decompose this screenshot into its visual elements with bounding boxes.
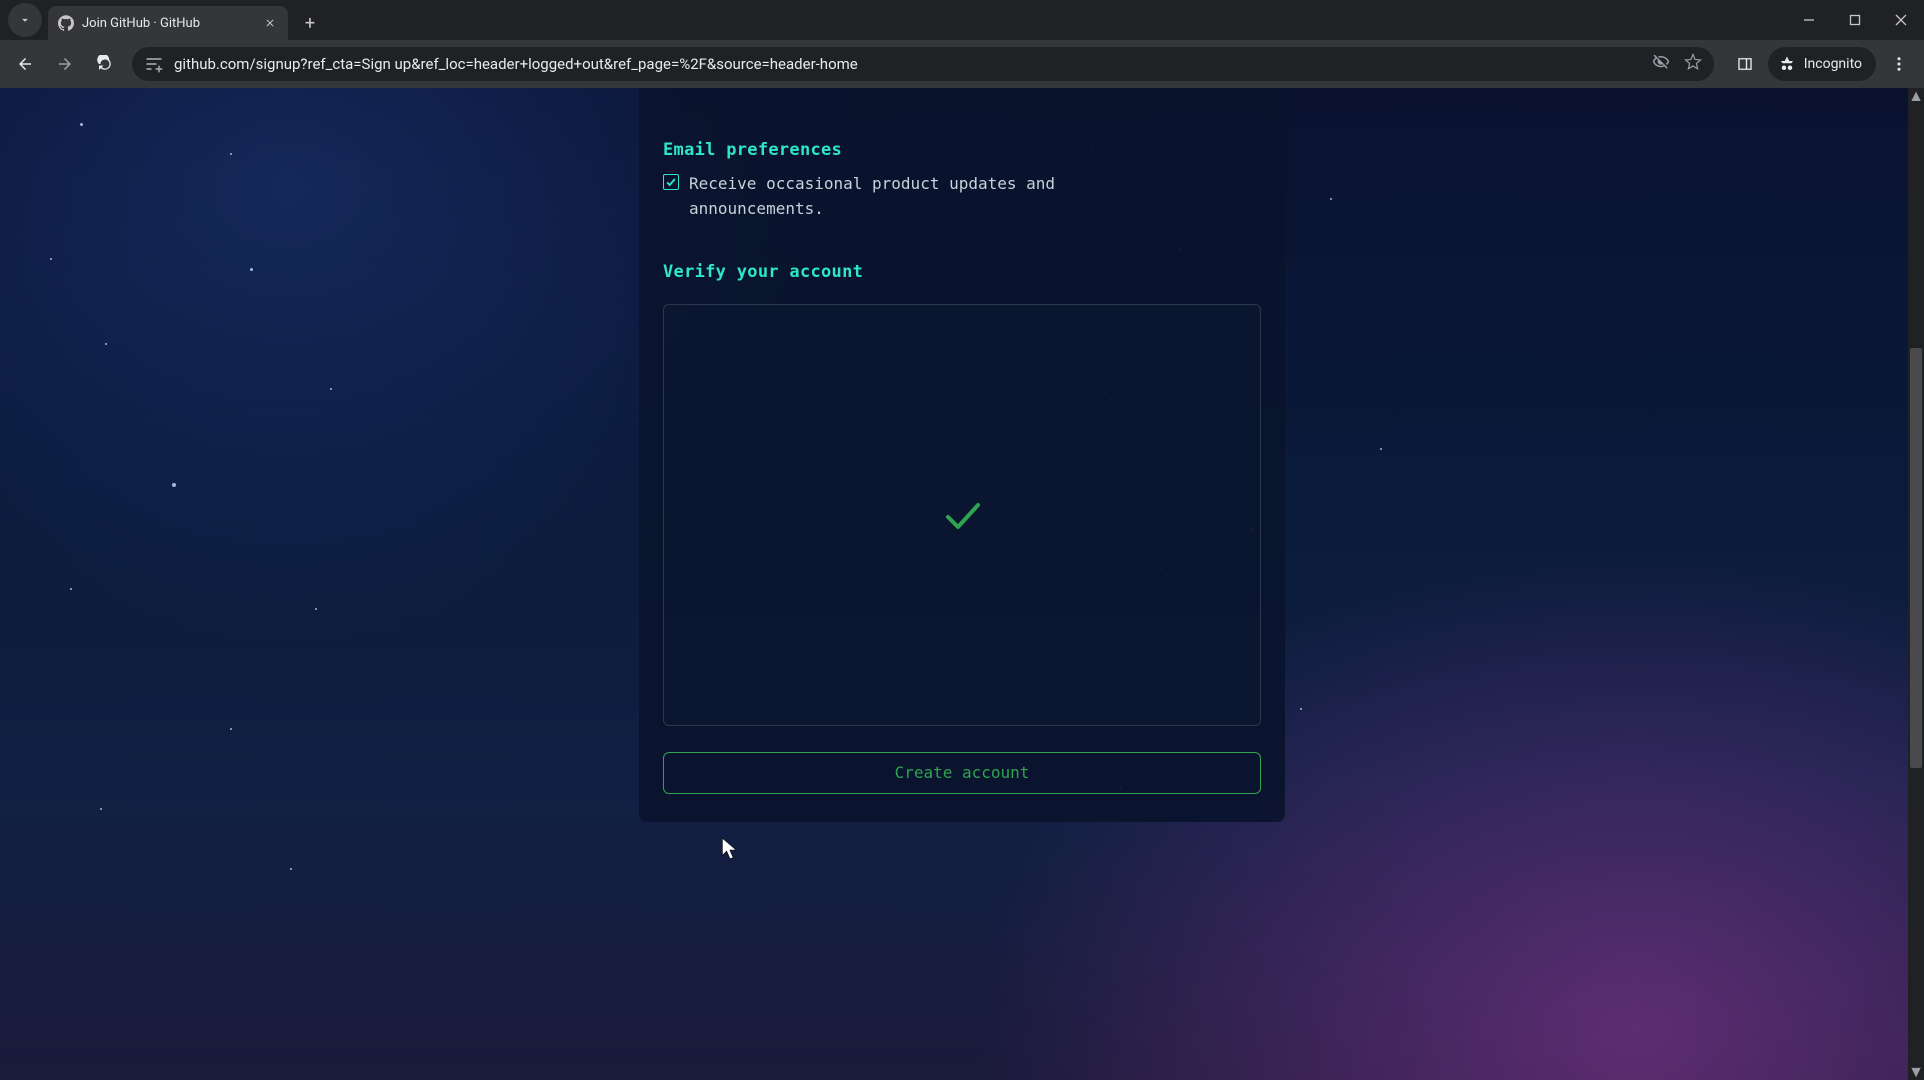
new-tab-button[interactable]: +: [296, 9, 324, 37]
browser-menu-button[interactable]: [1882, 47, 1916, 81]
eye-off-icon: [1652, 53, 1670, 71]
star-decoration: [315, 608, 317, 610]
tracking-blocked-button[interactable]: [1652, 53, 1670, 75]
star-decoration: [70, 588, 72, 590]
window-minimize-button[interactable]: [1786, 0, 1832, 40]
kebab-icon: [1890, 55, 1908, 73]
chevron-down-icon: [18, 13, 32, 27]
window-maximize-button[interactable]: [1832, 0, 1878, 40]
page-viewport: ✓ ShcchaJN3 Email preferences Receive oc…: [0, 88, 1924, 1080]
star-decoration: [250, 268, 253, 271]
star-icon: [1684, 53, 1702, 71]
scroll-down-button[interactable]: ▼: [1908, 1064, 1924, 1080]
star-decoration: [1330, 198, 1332, 200]
site-info-button[interactable]: [144, 54, 164, 74]
side-panel-button[interactable]: [1728, 47, 1762, 81]
close-icon: [264, 17, 276, 29]
close-icon: [1895, 14, 1907, 26]
arrow-right-icon: [56, 55, 74, 73]
star-decoration: [330, 388, 332, 390]
success-check-icon: [938, 491, 986, 539]
email-preferences-row: Receive occasional product updates and a…: [663, 172, 1261, 222]
email-preferences-text: Receive occasional product updates and a…: [689, 172, 1109, 222]
email-preferences-heading: Email preferences: [663, 140, 1261, 160]
tab-search-button[interactable]: [8, 3, 42, 37]
mouse-cursor-icon: [720, 836, 742, 866]
minimize-icon: [1803, 14, 1815, 26]
browser-toolbar: github.com/signup?ref_cta=Sign up&ref_lo…: [0, 40, 1924, 88]
star-decoration: [1380, 448, 1382, 450]
address-bar[interactable]: github.com/signup?ref_cta=Sign up&ref_lo…: [132, 47, 1714, 81]
star-decoration: [50, 258, 52, 260]
browser-tab[interactable]: Join GitHub · GitHub: [48, 6, 288, 40]
star-decoration: [80, 123, 83, 126]
nav-reload-button[interactable]: [88, 47, 122, 81]
tab-title: Join GitHub · GitHub: [82, 16, 254, 31]
url-text: github.com/signup?ref_cta=Sign up&ref_lo…: [174, 55, 1642, 73]
star-decoration: [230, 728, 232, 730]
bookmark-button[interactable]: [1684, 53, 1702, 75]
incognito-icon: [1778, 55, 1796, 73]
maximize-icon: [1849, 14, 1861, 26]
scroll-up-button[interactable]: ▲: [1908, 88, 1924, 104]
incognito-indicator[interactable]: Incognito: [1768, 47, 1876, 81]
page-scrollbar[interactable]: ▲ ▼: [1908, 88, 1924, 1080]
star-decoration: [1300, 708, 1302, 710]
tab-strip: Join GitHub · GitHub +: [0, 0, 1924, 40]
window-controls: [1786, 0, 1924, 40]
panel-icon: [1736, 55, 1754, 73]
checkmark-icon: [665, 176, 677, 188]
create-account-label: Create account: [895, 763, 1030, 782]
star-decoration: [290, 868, 292, 870]
scrollbar-thumb[interactable]: [1910, 348, 1922, 768]
tab-close-button[interactable]: [262, 15, 278, 31]
star-decoration: [100, 808, 102, 810]
star-decoration: [230, 153, 232, 155]
star-decoration: [105, 343, 107, 345]
nav-back-button[interactable]: [8, 47, 42, 81]
arrow-left-icon: [16, 55, 34, 73]
nav-forward-button[interactable]: [48, 47, 82, 81]
create-account-button[interactable]: Create account: [663, 752, 1261, 794]
github-favicon-icon: [58, 15, 74, 31]
tune-icon: [144, 54, 164, 74]
incognito-label: Incognito: [1804, 56, 1862, 72]
verify-account-heading: Verify your account: [663, 262, 1261, 282]
reload-icon: [96, 55, 114, 73]
star-decoration: [172, 483, 176, 487]
email-updates-checkbox[interactable]: [663, 174, 679, 190]
signup-card: ✓ ShcchaJN3 Email preferences Receive oc…: [639, 88, 1285, 822]
verify-account-panel: [663, 304, 1261, 726]
window-close-button[interactable]: [1878, 0, 1924, 40]
